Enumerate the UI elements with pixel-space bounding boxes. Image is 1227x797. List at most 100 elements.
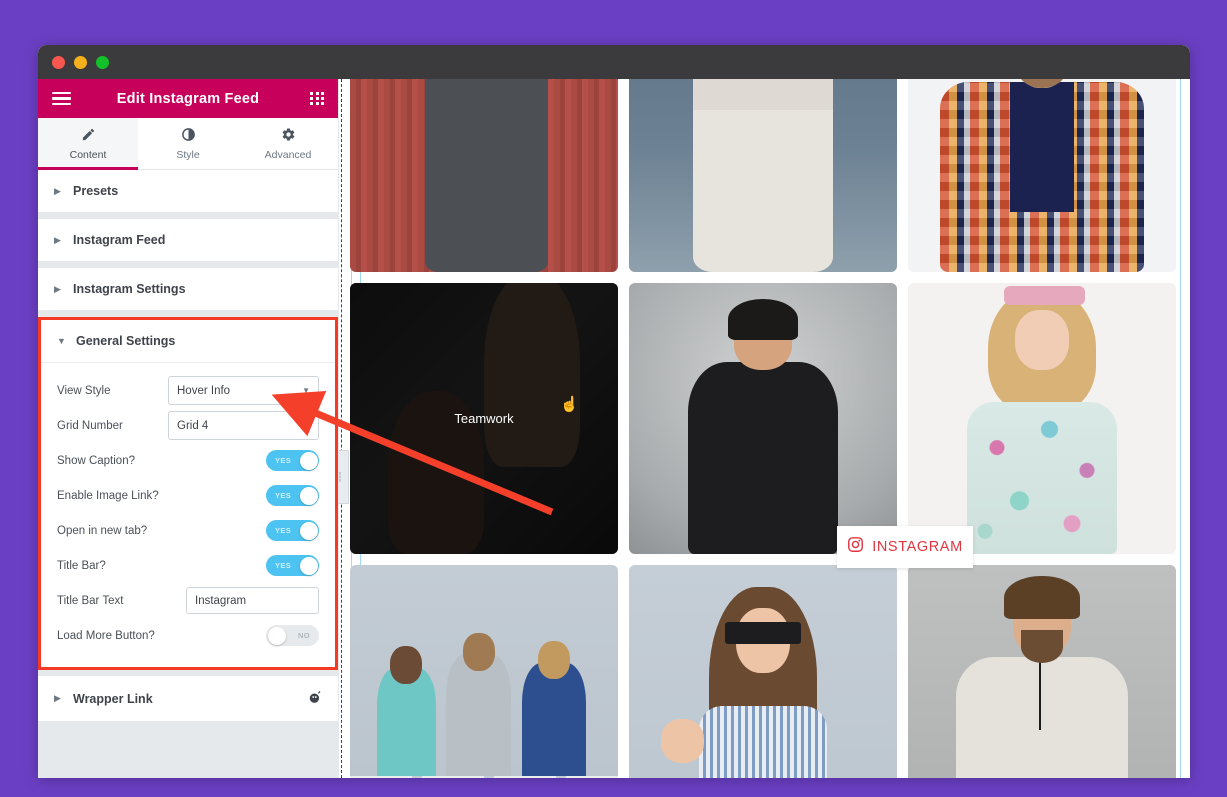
open-in-new-tab-label: Open in new tab? bbox=[57, 524, 148, 537]
field-open-in-new-tab: Open in new tab? YES bbox=[57, 513, 319, 548]
grid-number-select[interactable]: Grid 4 ▼ bbox=[168, 411, 319, 440]
load-more-button-toggle[interactable]: NO bbox=[266, 625, 319, 646]
app-window: Edit Instagram Feed Content Style Advanc… bbox=[38, 45, 1190, 778]
grid-apps-icon[interactable] bbox=[310, 91, 324, 106]
enable-image-link-toggle[interactable]: YES bbox=[266, 485, 319, 506]
title-bar-toggle[interactable]: YES bbox=[266, 555, 319, 576]
instagram-feed: Teamwork ☝ bbox=[350, 79, 1190, 778]
section-wrapper-link[interactable]: ▶ Wrapper Link bbox=[38, 676, 338, 722]
chevron-right-icon: ▶ bbox=[54, 185, 61, 196]
minimize-window-button[interactable] bbox=[74, 55, 87, 69]
photo-woman-white-gown-back bbox=[629, 79, 897, 272]
screenshot-root: Edit Instagram Feed Content Style Advanc… bbox=[0, 0, 1227, 797]
title-bar-text-label: Title Bar Text bbox=[57, 594, 124, 607]
hover-caption-overlay: Teamwork bbox=[350, 283, 618, 554]
globe-bomb-icon bbox=[308, 690, 322, 707]
title-bar-text-value: Instagram bbox=[195, 594, 247, 607]
toggle-knob bbox=[299, 451, 318, 470]
grid-item[interactable] bbox=[908, 79, 1176, 272]
toggle-knob bbox=[299, 556, 318, 575]
hamburger-icon[interactable] bbox=[52, 91, 71, 106]
preview-canvas: ┆ Teamwork ☝ INSTAGRAM bbox=[339, 79, 1190, 778]
canvas-guide-dashed bbox=[341, 79, 342, 778]
photo-man-plaid-shirt-glasses bbox=[908, 79, 1176, 272]
panel-resize-handle[interactable]: ┆ bbox=[339, 450, 349, 504]
section-general-settings[interactable]: ▼ General Settings bbox=[41, 320, 335, 363]
show-caption-toggle-value: YES bbox=[275, 456, 292, 465]
photo-man-black-sweater bbox=[629, 283, 897, 554]
contrast-icon bbox=[138, 127, 238, 144]
field-show-caption: Show Caption? YES bbox=[57, 443, 319, 478]
chevron-right-icon: ▶ bbox=[54, 234, 61, 245]
show-caption-label: Show Caption? bbox=[57, 454, 135, 467]
photo-woman-grey-dress-red-wall bbox=[350, 79, 618, 272]
chevron-down-icon: ▼ bbox=[302, 386, 310, 395]
title-bar-text-input[interactable]: Instagram bbox=[186, 587, 319, 614]
pointer-hand-cursor: ☝ bbox=[560, 396, 579, 413]
instagram-grid: Teamwork ☝ bbox=[350, 79, 1190, 778]
chevron-right-icon: ▶ bbox=[54, 693, 61, 703]
grid-item[interactable] bbox=[908, 565, 1176, 778]
tab-style-label: Style bbox=[176, 149, 200, 161]
grid-item[interactable] bbox=[629, 79, 897, 272]
section-presets-label: Presets bbox=[73, 184, 119, 198]
section-wrapper-link-label: Wrapper Link bbox=[73, 691, 153, 706]
chevron-right-icon: ▶ bbox=[54, 283, 61, 294]
load-more-button-toggle-value: NO bbox=[297, 631, 310, 640]
general-settings-fields: View Style Hover Info ▼ Grid Number Grid… bbox=[41, 363, 335, 667]
section-instagram-settings[interactable]: ▶ Instagram Settings bbox=[38, 268, 338, 311]
open-in-new-tab-toggle-value: YES bbox=[275, 526, 292, 535]
field-enable-image-link: Enable Image Link? YES bbox=[57, 478, 319, 513]
close-window-button[interactable] bbox=[52, 55, 65, 69]
title-bar-toggle-value: YES bbox=[275, 561, 292, 570]
maximize-window-button[interactable] bbox=[96, 55, 109, 69]
panel-sections: ▶ Presets ▶ Instagram Feed ▶ Instagram S… bbox=[38, 170, 338, 778]
window-body: Edit Instagram Feed Content Style Advanc… bbox=[38, 79, 1190, 778]
tab-advanced[interactable]: Advanced bbox=[238, 118, 338, 169]
view-style-label: View Style bbox=[57, 384, 111, 397]
hover-caption-text: Teamwork bbox=[454, 411, 514, 426]
grid-item[interactable] bbox=[629, 283, 897, 554]
title-bar-label: Title Bar? bbox=[57, 559, 106, 572]
view-style-value: Hover Info bbox=[177, 384, 231, 397]
toggle-knob bbox=[299, 521, 318, 540]
load-more-button-label: Load More Button? bbox=[57, 629, 155, 642]
general-settings-highlight: ▼ General Settings View Style Hover Info… bbox=[38, 317, 338, 670]
panel-header: Edit Instagram Feed bbox=[38, 79, 338, 118]
toggle-knob bbox=[299, 486, 318, 505]
field-grid-number: Grid Number Grid 4 ▼ bbox=[57, 408, 319, 443]
section-general-settings-label: General Settings bbox=[76, 334, 176, 348]
section-instagram-feed[interactable]: ▶ Instagram Feed bbox=[38, 219, 338, 262]
grid-item-hovered[interactable]: Teamwork ☝ bbox=[350, 283, 618, 554]
photo-woman-floral-dress-crown bbox=[908, 283, 1176, 554]
enable-image-link-toggle-value: YES bbox=[275, 491, 292, 500]
section-presets[interactable]: ▶ Presets bbox=[38, 170, 338, 213]
field-title-bar: Title Bar? YES bbox=[57, 548, 319, 583]
window-titlebar bbox=[38, 45, 1190, 79]
toggle-knob bbox=[267, 626, 286, 645]
tab-content-label: Content bbox=[69, 149, 107, 161]
chevron-down-icon: ▼ bbox=[302, 421, 310, 430]
section-instagram-settings-label: Instagram Settings bbox=[73, 282, 186, 296]
open-in-new-tab-toggle[interactable]: YES bbox=[266, 520, 319, 541]
tab-style[interactable]: Style bbox=[138, 118, 238, 169]
field-view-style: View Style Hover Info ▼ bbox=[57, 373, 319, 408]
feed-title-bar: INSTAGRAM bbox=[837, 526, 973, 568]
grid-number-label: Grid Number bbox=[57, 419, 123, 432]
grid-item[interactable] bbox=[350, 565, 618, 778]
view-style-select[interactable]: Hover Info ▼ bbox=[168, 376, 319, 405]
grid-item[interactable] bbox=[908, 283, 1176, 554]
photo-three-colleagues-laptops bbox=[350, 565, 618, 778]
grid-item[interactable] bbox=[629, 565, 897, 778]
show-caption-toggle[interactable]: YES bbox=[266, 450, 319, 471]
elementor-panel: Edit Instagram Feed Content Style Advanc… bbox=[38, 79, 339, 778]
tab-content[interactable]: Content bbox=[38, 118, 138, 170]
panel-title: Edit Instagram Feed bbox=[116, 90, 260, 107]
gear-icon bbox=[238, 127, 338, 144]
field-load-more-button: Load More Button? NO bbox=[57, 618, 319, 653]
feed-title-bar-text: INSTAGRAM bbox=[872, 539, 963, 555]
grid-item[interactable] bbox=[350, 79, 618, 272]
pencil-icon bbox=[38, 127, 138, 144]
chevron-down-icon: ▼ bbox=[57, 335, 66, 346]
photo-man-necklace-white-shirt bbox=[908, 565, 1176, 778]
